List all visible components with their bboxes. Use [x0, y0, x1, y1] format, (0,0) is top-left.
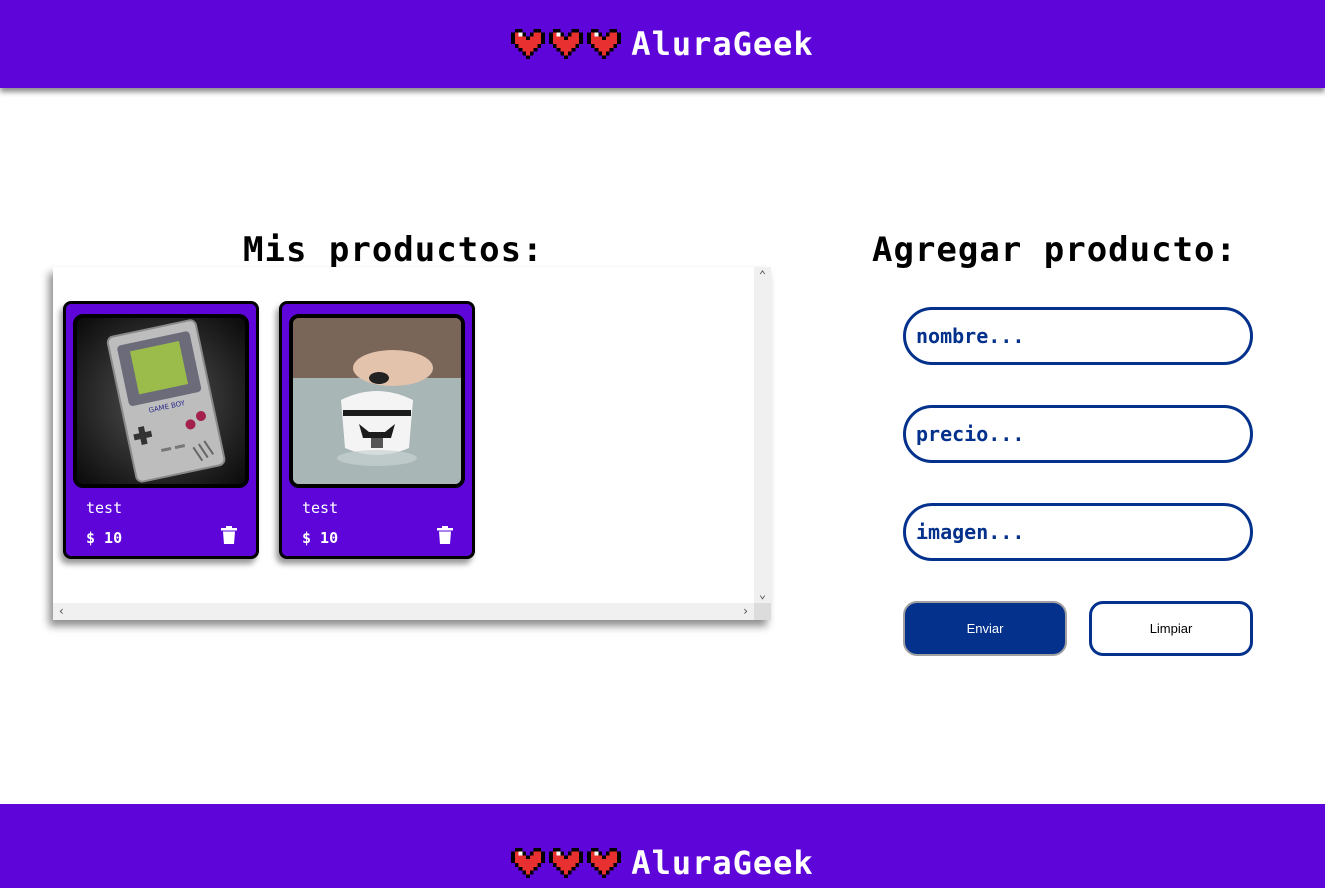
header: AluraGeek	[0, 0, 1325, 88]
trash-icon[interactable]	[221, 526, 237, 544]
product-card: GAME BOY test $ 10	[63, 301, 259, 559]
footer-brand-name: AluraGeek	[631, 844, 814, 882]
product-price: $ 10	[86, 529, 123, 547]
pixel-heart-icon	[511, 28, 546, 60]
products-title: Mis productos:	[243, 230, 544, 270]
product-image-stormtrooper	[289, 314, 465, 488]
submit-button[interactable]: Enviar	[903, 601, 1067, 656]
vertical-scrollbar[interactable]: ⌃ ⌄	[754, 267, 771, 603]
game-boy-photo: GAME BOY	[77, 318, 245, 484]
scrollbar-corner	[754, 603, 771, 620]
clear-button[interactable]: Limpiar	[1089, 601, 1253, 656]
trash-icon[interactable]	[437, 526, 453, 544]
product-name: test	[302, 499, 339, 517]
pixel-heart-icon	[587, 847, 622, 879]
stormtrooper-mug-photo	[293, 318, 461, 484]
product-image-gameboy: GAME BOY	[73, 314, 249, 488]
brand-name: AluraGeek	[631, 25, 814, 63]
precio-input[interactable]	[903, 405, 1253, 463]
scroll-left-icon[interactable]: ‹	[53, 603, 70, 620]
imagen-input[interactable]	[903, 503, 1253, 561]
brand-logo[interactable]: AluraGeek	[511, 25, 813, 63]
add-product-title: Agregar producto:	[872, 230, 1237, 270]
pixel-heart-icon	[549, 28, 584, 60]
scroll-right-icon[interactable]: ›	[737, 603, 754, 620]
pixel-heart-icon	[549, 847, 584, 879]
hearts-logo	[511, 28, 622, 60]
scroll-down-icon[interactable]: ⌄	[754, 586, 771, 603]
product-card: test $ 10	[279, 301, 475, 559]
pixel-heart-icon	[587, 28, 622, 60]
pixel-heart-icon	[511, 847, 546, 879]
footer-brand-logo[interactable]: AluraGeek	[511, 844, 813, 882]
nombre-input[interactable]	[903, 307, 1253, 365]
product-price: $ 10	[302, 529, 339, 547]
hearts-logo	[511, 847, 622, 879]
horizontal-scrollbar[interactable]: ‹ ›	[53, 603, 754, 620]
scroll-up-icon[interactable]: ⌃	[754, 267, 771, 284]
products-list[interactable]: GAME BOY test $ 10 test $ 10 ⌃ ⌄ ‹ ›	[53, 267, 771, 620]
product-name: test	[86, 499, 123, 517]
footer: AluraGeek	[0, 804, 1325, 888]
